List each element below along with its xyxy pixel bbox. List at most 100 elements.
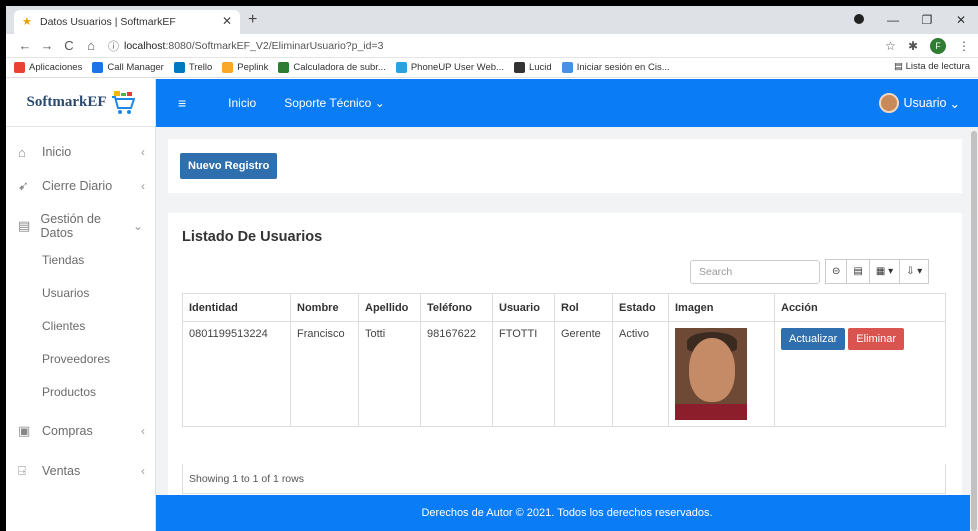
brand-name: SoftmarkEF xyxy=(26,94,107,110)
export-icon[interactable]: ⇩ ▾ xyxy=(899,259,930,284)
sidebar-item-gestion-datos[interactable]: ▤ Gestión de Datos ⌄ xyxy=(6,209,155,243)
page-title: Listado De Usuarios xyxy=(182,229,323,245)
sidebar-subitem-productos[interactable]: Productos xyxy=(6,375,155,408)
reload-icon[interactable]: C xyxy=(58,38,80,53)
table-row: 0801199513224 Francisco Totti 98167622 F… xyxy=(182,321,946,427)
sidebar-item-cierre-diario[interactable]: ➹ Cierre Diario ‹ xyxy=(6,169,155,203)
column-header[interactable]: Apellido xyxy=(358,293,421,322)
bookmark-item[interactable]: Lucid xyxy=(513,62,552,73)
close-window-icon[interactable]: ✕ xyxy=(944,13,978,27)
column-header[interactable]: Nombre xyxy=(290,293,359,322)
pagination-info: Showing 1 to 1 of 1 rows xyxy=(182,464,946,494)
update-button[interactable]: Actualizar xyxy=(781,328,846,350)
bookmark-icon xyxy=(222,62,234,73)
column-header[interactable]: Usuario xyxy=(492,293,555,322)
main-content: Nuevo Registro Listado De Usuarios Searc… xyxy=(156,127,978,531)
bookmark-icon xyxy=(395,62,407,73)
cell-identidad: 0801199513224 xyxy=(182,321,291,427)
url-path: :8080/SoftmarkEF_V2/EliminarUsuario?p_id… xyxy=(165,39,384,52)
browser-window: ★ Datos Usuarios | SoftmarkEF ✕ + — ❐ ✕ … xyxy=(6,6,978,531)
bookmark-item[interactable]: Call Manager xyxy=(92,62,164,73)
cart-icon xyxy=(111,90,135,114)
user-label: Usuario xyxy=(903,96,947,110)
menu-kebab-icon[interactable]: ⋮ xyxy=(958,39,970,53)
restore-icon[interactable]: ❐ xyxy=(910,13,944,27)
profile-avatar[interactable]: F xyxy=(930,37,946,54)
page-footer: Derechos de Autor © 2021. Todos los dere… xyxy=(156,495,978,531)
sidebar-item-label: Compras xyxy=(42,424,93,438)
nav-link-inicio[interactable]: Inicio xyxy=(228,96,256,110)
bookmark-item[interactable]: Aplicaciones xyxy=(14,62,82,73)
sidebar-item-ventas[interactable]: ⍈ Ventas ‹ xyxy=(6,454,155,488)
bookmark-label: Call Manager xyxy=(107,62,164,73)
bookmark-item[interactable]: Iniciar sesión en Cis... xyxy=(561,62,670,73)
bookmark-item[interactable]: Peplink xyxy=(222,62,268,73)
search-input[interactable]: Search xyxy=(690,260,820,284)
url-field[interactable]: ⓘ localhost :8080/SoftmarkEF_V2/Eliminar… xyxy=(108,36,885,56)
brand-logo[interactable]: SoftmarkEF xyxy=(6,79,155,127)
sidebar-item-compras[interactable]: ▣ Compras ‹ xyxy=(6,414,155,448)
bookmark-item[interactable]: Trello xyxy=(173,62,212,73)
hamburger-menu-icon[interactable]: ≡ xyxy=(178,95,186,111)
close-tab-icon[interactable]: ✕ xyxy=(222,14,232,28)
chevron-down-icon: ⌄ xyxy=(132,219,143,233)
sidebar-subitem-usuarios[interactable]: Usuarios xyxy=(6,276,155,309)
bookmark-label: Calculadora de subr... xyxy=(293,62,386,73)
columns-icon[interactable]: ▦ ▾ xyxy=(868,259,901,284)
toggle-view-icon[interactable]: ▤ xyxy=(846,259,870,284)
reading-list-link[interactable]: ▤ Lista de lectura xyxy=(894,61,970,72)
cell-accion: Actualizar Eliminar xyxy=(774,321,946,427)
nav-link-soporte[interactable]: Soporte Técnico ⌄ xyxy=(284,96,385,110)
column-header[interactable]: Identidad xyxy=(182,293,291,322)
bookmark-icon xyxy=(173,62,185,73)
bookmark-label: Lucid xyxy=(528,62,552,73)
record-icon[interactable] xyxy=(842,13,876,27)
table-toolbar: ⊝ ▤ ▦ ▾ ⇩ ▾ xyxy=(825,259,930,284)
chevron-left-icon: ‹ xyxy=(141,424,145,438)
bookmark-label: Aplicaciones xyxy=(29,62,83,73)
home-icon[interactable]: ⌂ xyxy=(80,38,102,53)
bookmark-icon xyxy=(513,62,525,73)
sidebar-item-label: Inicio xyxy=(42,145,72,159)
bookmark-item[interactable]: Calculadora de subr... xyxy=(278,62,386,73)
back-icon[interactable]: ← xyxy=(14,38,36,53)
bookmark-icon xyxy=(14,62,25,73)
bookmark-icon xyxy=(278,62,290,73)
minimize-icon[interactable]: — xyxy=(876,13,910,27)
new-record-button[interactable]: Nuevo Registro xyxy=(180,153,278,179)
column-header[interactable]: Imagen xyxy=(668,293,775,322)
bookmark-label: Iniciar sesión en Cis... xyxy=(576,62,670,73)
new-tab-icon[interactable]: + xyxy=(248,11,257,29)
sidebar-subitem-tiendas[interactable]: Tiendas xyxy=(6,243,155,276)
column-header[interactable]: Estado xyxy=(612,293,669,322)
tab-title: Datos Usuarios | SoftmarkEF xyxy=(40,16,176,28)
chevron-left-icon: ‹ xyxy=(141,464,145,478)
user-menu[interactable]: Usuario ⌄ xyxy=(879,93,960,113)
forward-icon[interactable]: → xyxy=(36,38,58,53)
tab-strip: ★ Datos Usuarios | SoftmarkEF ✕ + — ❐ ✕ xyxy=(6,6,978,34)
refresh-icon[interactable]: ⊝ xyxy=(825,259,848,284)
bookmark-star-icon[interactable]: ☆ xyxy=(885,39,896,53)
bookmark-label: Peplink xyxy=(237,62,269,73)
column-header[interactable]: Teléfono xyxy=(420,293,493,322)
column-header[interactable]: Acción xyxy=(774,293,946,322)
sidebar-item-label: Gestión de Datos xyxy=(40,212,101,240)
document-icon: ▤ xyxy=(18,218,31,233)
users-table: Identidad Nombre Apellido Teléfono Usuar… xyxy=(182,293,946,427)
door-icon: ⍈ xyxy=(18,463,26,478)
bookmarks-bar: Aplicaciones Call Manager Trello Peplink Cal… xyxy=(6,58,978,78)
delete-button[interactable]: Eliminar xyxy=(848,328,905,350)
sidebar-item-inicio[interactable]: ⌂ Inicio ‹ xyxy=(6,135,155,169)
extensions-icon[interactable]: ✱ xyxy=(908,39,918,53)
sidebar-subitem-clientes[interactable]: Clientes xyxy=(6,309,155,342)
bookmark-item[interactable]: PhoneUP User Web... xyxy=(395,62,504,73)
column-header[interactable]: Rol xyxy=(554,293,613,322)
favicon-icon: ★ xyxy=(22,16,32,28)
application: SoftmarkEF ⌂ Inicio ‹ ➹ Cierre Diario ‹ … xyxy=(6,79,978,531)
sidebar-subitem-proveedores[interactable]: Proveedores xyxy=(6,342,155,375)
chevron-left-icon: ‹ xyxy=(141,179,145,193)
browser-tab[interactable]: ★ Datos Usuarios | SoftmarkEF ✕ xyxy=(14,10,240,34)
home-icon: ⌂ xyxy=(18,144,26,160)
scrollbar[interactable] xyxy=(970,127,978,531)
top-navbar: ≡ Inicio Soporte Técnico ⌄ Usuario ⌄ xyxy=(156,79,978,127)
